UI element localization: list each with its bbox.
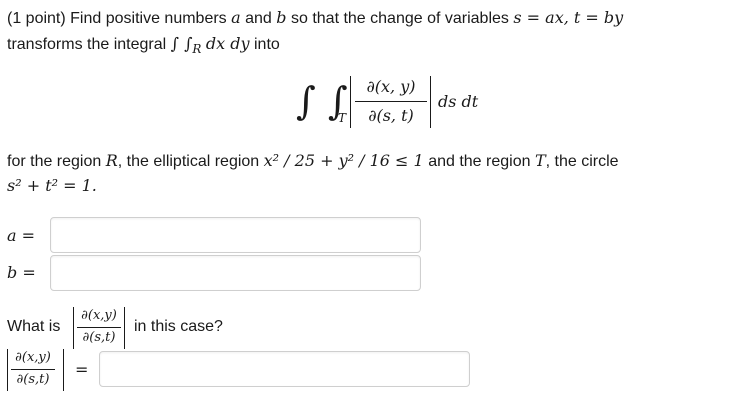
var-b: b (276, 8, 287, 27)
problem-line-1: (1 point) Find positive numbers a and b … (7, 8, 623, 28)
answer-jacobian-denominator: ∂(s,t) (16, 372, 50, 387)
question-fraction-line (77, 327, 121, 328)
question-abs-bar-left (73, 307, 74, 349)
points-label: (1 point) (7, 10, 66, 27)
b-input[interactable] (50, 255, 421, 291)
var-a: a (231, 8, 241, 27)
jacobian-abs-bar-right (430, 76, 431, 128)
question-abs-bar-right (124, 307, 125, 349)
change-of-variables: s = ax, t = by (513, 8, 624, 27)
a-input[interactable] (50, 217, 421, 253)
ds-dt: ds dt (438, 92, 479, 111)
answer-equals: = (75, 360, 89, 379)
into-text: into (254, 36, 280, 53)
line2-text: transforms the integral (7, 36, 167, 53)
jacobian-abs-bar-left (350, 76, 351, 128)
a-label: a = (7, 226, 36, 245)
display-region-T: T (338, 111, 347, 125)
answer-fraction-line (11, 369, 55, 370)
line1-text: Find positive numbers (70, 10, 227, 27)
region-text-1: for the region (7, 153, 102, 170)
region-R-symbol: R (105, 151, 118, 170)
ellipse-inequality: x² / 25 + y² / 16 ≤ 1 (263, 151, 424, 170)
b-label: b = (7, 263, 36, 282)
region-text-2: , the elliptical region (117, 153, 260, 170)
jacobian-fraction-line (355, 101, 427, 102)
answer-jacobian-numerator: ∂(x,y) (15, 350, 51, 365)
region-T-symbol: T (534, 151, 546, 170)
jacobian-denominator: ∂(s, t) (368, 106, 414, 125)
answer-abs-bar-right (63, 349, 64, 391)
problem-line-2: transforms the integral ∫ ∫R dx dy into (7, 34, 280, 56)
and-text: and (245, 10, 272, 27)
answer-abs-bar-left (7, 349, 8, 391)
question-jacobian-numerator: ∂(x,y) (81, 308, 117, 323)
what-is-text: What is (7, 318, 61, 335)
in-this-case-text: in this case? (134, 318, 223, 335)
region-text-4: , the circle (545, 153, 619, 170)
circle-equation: s² + t² = 1. (7, 176, 97, 195)
dx-dy: dx dy (205, 34, 250, 53)
region-R-subscript: R (192, 42, 202, 57)
jacobian-numerator: ∂(x, y) (366, 77, 416, 96)
integral-R-sign: ∫ ∫ (170, 34, 193, 53)
line1-tail: so that the change of variables (290, 10, 509, 27)
jacobian-input[interactable] (99, 351, 470, 387)
region-text-3: and the region (428, 153, 531, 170)
region-line-1: for the region R, the elliptical region … (7, 151, 619, 171)
question-jacobian-denominator: ∂(s,t) (82, 330, 116, 345)
